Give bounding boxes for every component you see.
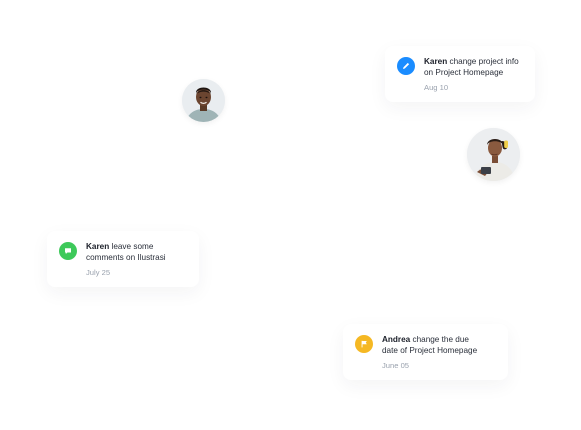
activity-text: Karen change project info on Project Hom… (424, 56, 519, 93)
activity-user: Karen (86, 242, 110, 251)
activity-date: June 05 (382, 361, 410, 370)
activity-text: Karen leave some comments on Ilustrasi J… (86, 241, 166, 278)
activity-action: change project info (449, 57, 519, 66)
activity-message-line2: comments on Ilustrasi (86, 253, 166, 262)
activity-message-line1: Karen leave some (86, 241, 166, 252)
activity-date: July 25 (86, 268, 111, 277)
activity-date: Aug 10 (424, 83, 449, 92)
activity-message-line1: Karen change project info (424, 56, 519, 67)
avatar-man-image (182, 79, 225, 122)
activity-item[interactable]: Karen change project info on Project Hom… (385, 46, 535, 102)
activity-user: Andrea (382, 335, 411, 344)
activity-action: leave some (111, 242, 154, 251)
activity-canvas: Karen change project info on Project Hom… (0, 0, 581, 430)
avatar-woman-image (467, 128, 520, 181)
avatar-woman (467, 128, 520, 181)
edit-badge (397, 57, 415, 75)
flag-badge (355, 335, 373, 353)
comment-badge (59, 242, 77, 260)
activity-text: Andrea change the due date of Project Ho… (382, 334, 477, 371)
activity-message-line1: Andrea change the due (382, 334, 477, 345)
activity-action: change the due (412, 335, 469, 344)
pencil-icon (403, 62, 410, 69)
flag-icon (361, 340, 367, 348)
activity-user: Karen (424, 57, 448, 66)
activity-message-line2: on Project Homepage (424, 68, 504, 77)
activity-item[interactable]: Karen leave some comments on Ilustrasi J… (47, 231, 199, 287)
activity-item[interactable]: Andrea change the due date of Project Ho… (343, 324, 508, 380)
comment-icon (65, 248, 71, 254)
activity-message-line2: date of Project Homepage (382, 346, 478, 355)
avatar-man (182, 79, 225, 122)
